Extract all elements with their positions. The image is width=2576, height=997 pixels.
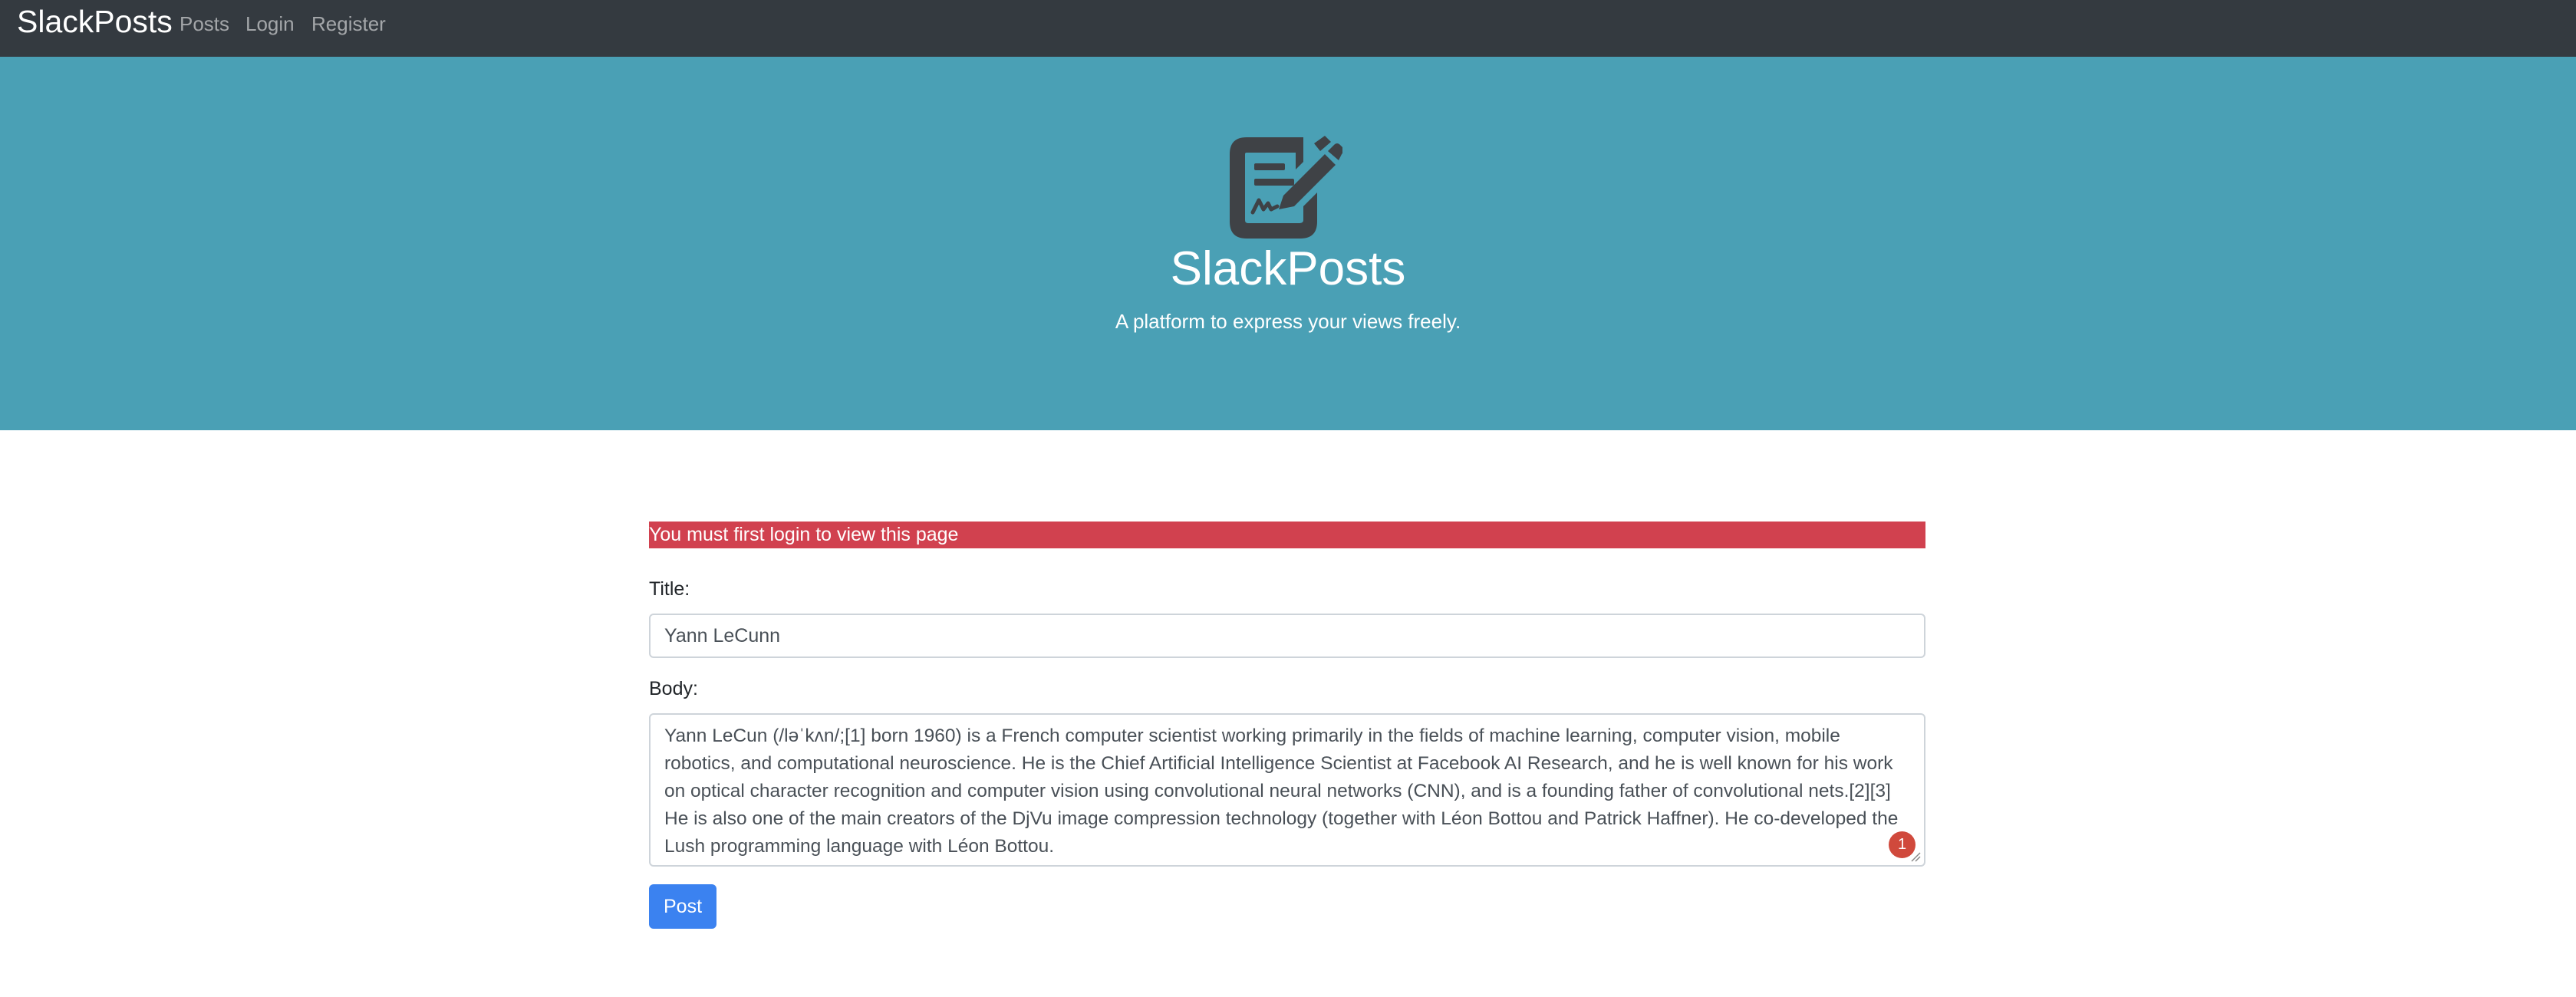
body-textarea[interactable]: Yann LeCun (/ləˈkʌn/;[1] born 1960) is a… [649,713,1925,867]
file-signature-icon [1230,136,1342,239]
body-label: Body: [649,678,698,699]
nav-link-login[interactable]: Login [245,11,295,37]
title-input[interactable] [649,614,1925,658]
login-required-alert: You must first login to view this page [649,522,1925,548]
hero-banner: SlackPosts A platform to express your vi… [0,57,2576,430]
hero-subtitle: A platform to express your views freely. [1115,310,1461,333]
resize-handle-icon[interactable] [1910,851,1921,862]
top-navbar: SlackPosts Posts Login Register [0,0,2576,57]
hero-title: SlackPosts [1170,242,1406,295]
brand-link[interactable]: SlackPosts [17,2,173,41]
post-button[interactable]: Post [649,884,716,929]
nav-link-register[interactable]: Register [311,11,386,37]
title-label: Title: [649,578,690,600]
nav-link-posts[interactable]: Posts [180,11,229,37]
